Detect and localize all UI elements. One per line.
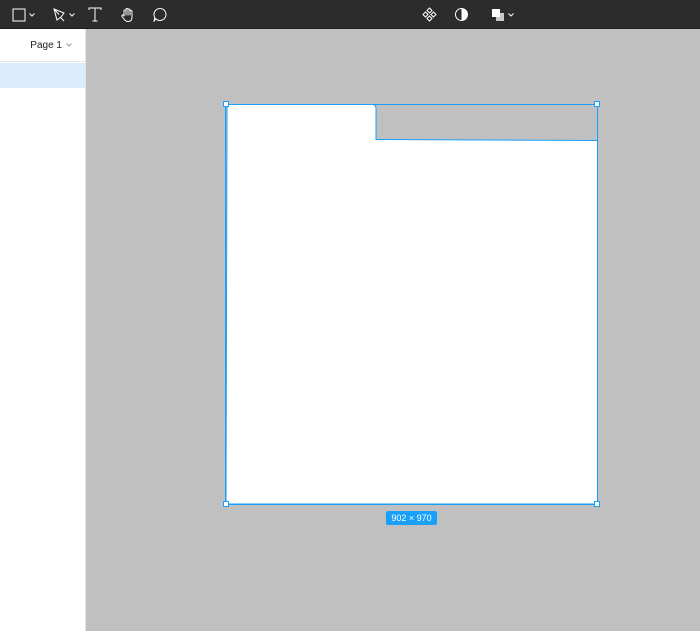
frame-artboard[interactable] xyxy=(225,104,598,505)
resize-handle-top-right[interactable] xyxy=(594,101,600,107)
frame-tool[interactable] xyxy=(8,0,38,29)
square-icon xyxy=(12,8,25,21)
hand-icon xyxy=(121,7,133,22)
text-icon xyxy=(88,7,102,22)
comment-tool[interactable] xyxy=(151,0,169,29)
resize-handle-bottom-right[interactable] xyxy=(594,501,600,507)
resize-handle-bottom-left[interactable] xyxy=(223,501,229,507)
page-selector[interactable]: Page 1 xyxy=(0,29,85,62)
component-button[interactable] xyxy=(420,0,438,29)
hand-tool[interactable] xyxy=(119,0,137,29)
chevron-down-icon xyxy=(507,12,514,17)
component-icon xyxy=(421,7,437,22)
pen-tool[interactable] xyxy=(48,0,78,29)
chevron-down-icon xyxy=(66,43,72,47)
text-tool[interactable] xyxy=(86,0,104,29)
boolean-union-icon xyxy=(491,8,504,21)
chevron-down-icon xyxy=(28,12,35,17)
boolean-button[interactable] xyxy=(487,0,517,29)
page-name: Page 1 xyxy=(30,39,62,51)
pen-icon xyxy=(52,7,65,21)
selected-layer-row[interactable] xyxy=(0,63,85,88)
chevron-down-icon xyxy=(68,12,75,17)
mask-button[interactable] xyxy=(452,0,470,29)
resize-handle-top-left[interactable] xyxy=(223,101,229,107)
contrast-icon xyxy=(454,8,468,21)
comment-icon xyxy=(153,7,167,22)
layers-panel: Page 1 xyxy=(0,29,86,631)
size-badge: 902 × 970 xyxy=(386,511,437,525)
top-toolbar xyxy=(0,0,700,29)
